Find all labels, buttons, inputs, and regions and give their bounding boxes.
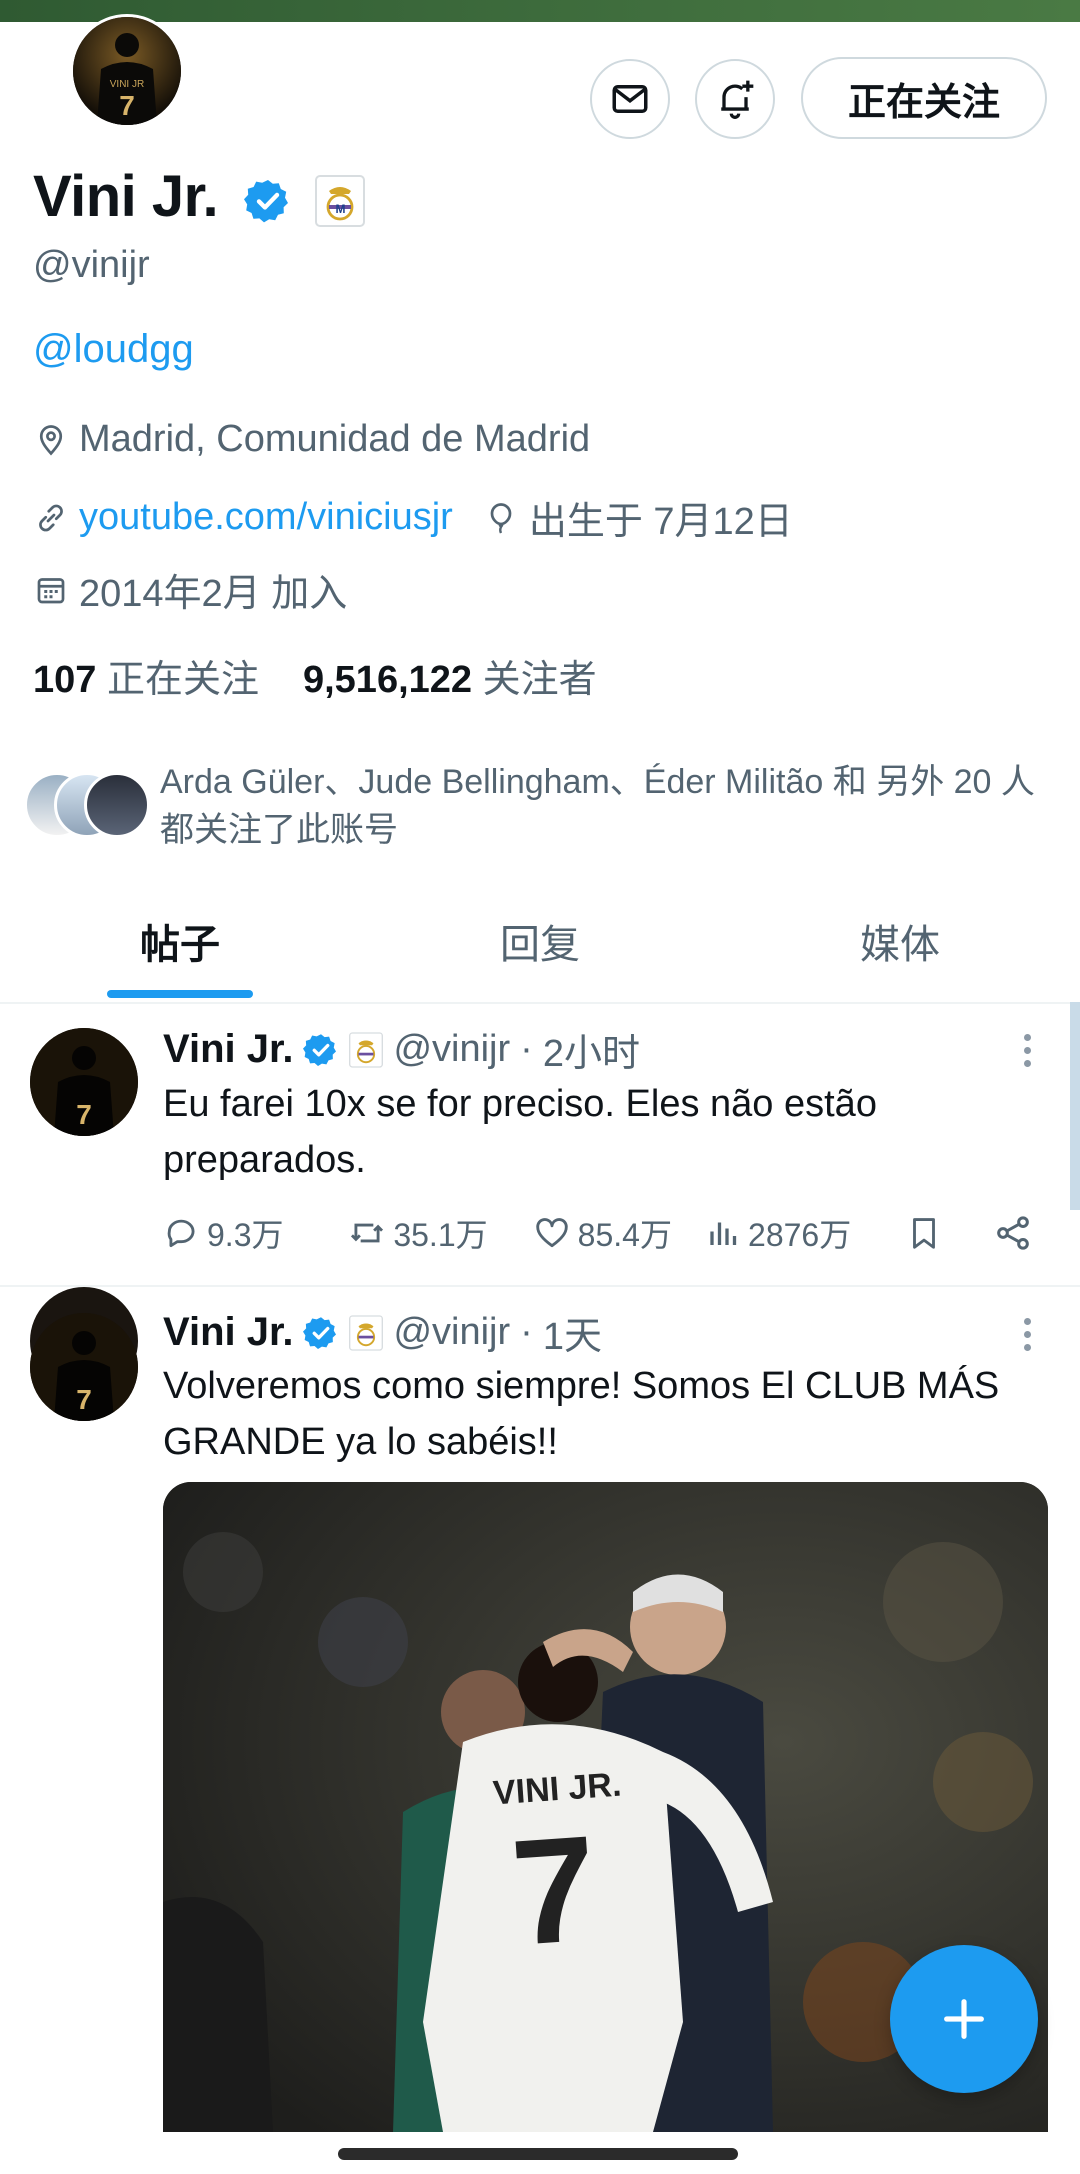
mutual-followers-avatars[interactable] — [24, 772, 154, 838]
avatar-jersey-name: VINI JR — [110, 79, 144, 90]
tweet-header: Vini Jr. @vinijr · 2小时 — [163, 1022, 640, 1077]
website-link[interactable]: youtube.com/viniciusjr — [79, 496, 453, 539]
reply-count: 9.3万 — [207, 1217, 284, 1253]
avatar-jersey-number: 7 — [119, 90, 135, 121]
location-row: Madrid, Comunidad de Madrid — [33, 418, 590, 461]
like-button[interactable]: 85.4万 — [532, 1210, 706, 1256]
mutual-avatar — [84, 772, 150, 838]
club-crest-badge-icon[interactable]: M — [315, 174, 366, 227]
tweet-avatar[interactable]: 7 — [30, 1313, 138, 1421]
tweet-separator: · — [520, 1311, 533, 1353]
photo-jersey-number: 7 — [507, 1803, 602, 1976]
calendar-icon — [37, 577, 65, 603]
profile-tabs: 帖子 回复 媒体 — [0, 880, 1080, 1004]
active-tab-indicator — [107, 990, 253, 998]
message-button[interactable] — [590, 59, 670, 139]
verified-badge-icon — [303, 1316, 337, 1349]
bell-plus-icon — [721, 80, 754, 119]
balloon-icon — [490, 502, 512, 534]
following-label: 正在关注 — [106, 659, 259, 701]
followers-stat[interactable]: 9,516,122 关注者 — [303, 648, 597, 703]
heart-icon — [535, 1218, 568, 1248]
tweet-time[interactable]: 2小时 — [543, 1022, 640, 1077]
retweet-count: 35.1万 — [393, 1217, 488, 1253]
tweet-time[interactable]: 1天 — [543, 1305, 602, 1360]
joined-row: 2014年2月 加入 — [33, 562, 347, 617]
tweet-author-handle[interactable]: @vinijr — [393, 1028, 510, 1071]
tab-media[interactable]: 媒体 — [720, 880, 1080, 1002]
compose-button[interactable] — [890, 1945, 1038, 2093]
location-text: Madrid, Comunidad de Madrid — [79, 418, 591, 460]
profile-name: Vini Jr. — [33, 164, 219, 229]
avatar-jersey-number: 7 — [76, 1099, 92, 1130]
share-icon — [997, 1216, 1029, 1250]
following-stat[interactable]: 107 正在关注 — [33, 648, 259, 703]
tweet-more-button[interactable] — [1015, 1318, 1039, 1351]
like-count: 85.4万 — [577, 1217, 672, 1253]
envelope-icon — [612, 85, 648, 113]
bookmark-icon — [913, 1218, 936, 1249]
avatar-image: 7 — [30, 1313, 138, 1421]
reply-icon — [167, 1219, 195, 1248]
profile-handle: @vinijr — [33, 244, 150, 286]
plus-icon — [944, 1999, 984, 2039]
bio-mention-link[interactable]: @loudgg — [33, 327, 194, 372]
website-birthday-row: youtube.com/viniciusjr 出生于 7月12日 — [33, 490, 793, 545]
profile-name-row: Vini Jr. M — [33, 162, 366, 232]
home-indicator[interactable] — [338, 2148, 738, 2160]
tweet-text: Eu farei 10x se for preciso. Eles não es… — [163, 1083, 877, 1181]
link-icon — [39, 504, 63, 531]
tweet-avatar[interactable]: 7 — [30, 1028, 138, 1136]
followers-count: 9,516,122 — [302, 659, 473, 701]
tweet-text: Volveremos como siempre! Somos El CLUB M… — [163, 1365, 1000, 1463]
tweet-separator: · — [520, 1028, 533, 1070]
retweet-button[interactable]: 35.1万 — [347, 1210, 531, 1256]
mutual-followers-text[interactable]: Arda Güler、Jude Bellingham、Éder Militão … — [160, 758, 1040, 854]
tweet-author-name[interactable]: Vini Jr. — [163, 1310, 293, 1355]
following-count: 107 — [33, 659, 97, 701]
tweet-author-name[interactable]: Vini Jr. — [163, 1027, 293, 1072]
verified-badge-icon — [303, 1033, 337, 1066]
profile-banner[interactable] — [0, 0, 1080, 22]
reply-button[interactable]: 9.3万 — [163, 1210, 347, 1256]
views-button[interactable]: 2876万 — [706, 1210, 905, 1256]
club-crest-badge-icon — [349, 1031, 384, 1068]
svg-text:M: M — [336, 202, 346, 216]
followers-label: 关注者 — [482, 659, 597, 701]
tweet-header: Vini Jr. @vinijr · 1天 — [163, 1305, 602, 1360]
location-pin-icon — [39, 424, 63, 456]
tab-posts[interactable]: 帖子 — [0, 880, 360, 1002]
share-button[interactable] — [993, 1213, 1033, 1253]
bookmark-button[interactable] — [905, 1213, 993, 1253]
avatar-jersey-number: 7 — [76, 1384, 92, 1415]
notifications-button[interactable] — [695, 59, 775, 139]
joined-text: 2014年2月 加入 — [79, 573, 348, 615]
tweet-actions: 9.3万 35.1万 85.4万 2876万 — [163, 1210, 1033, 1256]
tweet-author-handle[interactable]: @vinijr — [393, 1311, 510, 1354]
avatar-image: 7 — [30, 1028, 138, 1136]
avatar-image: VINI JR 7 — [73, 17, 181, 125]
retweet-icon — [351, 1223, 384, 1243]
club-crest-badge-icon — [349, 1314, 384, 1351]
view-count: 2876万 — [748, 1217, 852, 1253]
views-chart-icon — [710, 1222, 737, 1245]
follow-stats: 107 正在关注 9,516,122 关注者 — [33, 648, 597, 703]
tweet-card[interactable]: 7 Vini Jr. @vinijr · 2小时 Eu farei 10x se… — [0, 1002, 1080, 1286]
tweet-more-button[interactable] — [1015, 1034, 1039, 1067]
verified-badge-icon[interactable] — [243, 177, 292, 225]
birthday-text: 出生于 7月12日 — [528, 501, 793, 543]
tab-replies[interactable]: 回复 — [360, 880, 720, 1002]
following-button[interactable]: 正在关注 — [801, 57, 1047, 139]
profile-avatar[interactable]: VINI JR 7 — [70, 14, 184, 128]
